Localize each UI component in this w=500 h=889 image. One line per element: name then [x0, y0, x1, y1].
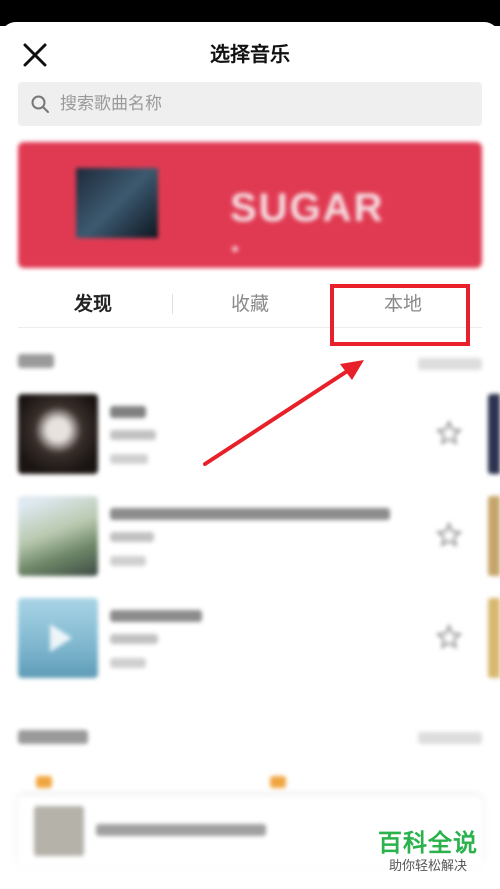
- song-duration-placeholder: [110, 454, 148, 464]
- song-title-placeholder: [110, 508, 390, 520]
- banner-title: SUGAR: [230, 186, 385, 230]
- song-artist-placeholder: [110, 430, 156, 440]
- search-icon: [31, 95, 49, 113]
- watermark-title: 百科全说: [378, 829, 478, 857]
- playlist-icon: [270, 776, 286, 788]
- song-title-placeholder: [110, 610, 202, 622]
- banner-page-indicator: [232, 246, 238, 252]
- list-item[interactable]: [18, 598, 482, 688]
- list-item[interactable]: [18, 394, 482, 484]
- watermark: 百科全说 助你轻松解决: [367, 828, 489, 884]
- next-card-peek: [488, 496, 500, 576]
- banner-artwork: [76, 168, 158, 238]
- song-duration-placeholder: [110, 658, 146, 668]
- play-icon: [50, 624, 72, 652]
- tab-discover[interactable]: 发现: [18, 282, 168, 326]
- song-title-placeholder: [110, 406, 146, 418]
- song-artist-placeholder: [110, 532, 154, 542]
- tab-local-highlight: [330, 284, 470, 346]
- player-title-placeholder: [96, 824, 266, 836]
- search-bar[interactable]: [18, 82, 482, 126]
- favorite-star-icon[interactable]: [436, 624, 462, 650]
- playlist-icon: [36, 776, 52, 788]
- section-heading-placeholder: [18, 354, 54, 368]
- tab-divider: [172, 294, 173, 314]
- favorite-star-icon[interactable]: [436, 522, 462, 548]
- next-card-peek: [488, 598, 500, 678]
- song-cover: [18, 394, 98, 474]
- tab-favorites[interactable]: 收藏: [175, 282, 325, 326]
- player-cover: [34, 806, 84, 856]
- next-card-peek: [488, 394, 500, 474]
- section-more-placeholder: [418, 732, 482, 744]
- section-heading-placeholder: [18, 730, 88, 744]
- song-cover: [18, 496, 98, 576]
- song-cover: [18, 598, 98, 678]
- list-item[interactable]: [18, 496, 482, 586]
- watermark-subtitle: 助你轻松解决: [388, 859, 467, 874]
- search-input[interactable]: [60, 82, 460, 126]
- favorite-star-icon[interactable]: [436, 420, 462, 446]
- promo-banner[interactable]: SUGAR: [18, 142, 482, 268]
- song-duration-placeholder: [110, 556, 146, 566]
- page-title: 选择音乐: [210, 42, 290, 66]
- song-artist-placeholder: [110, 634, 158, 644]
- section-more-placeholder: [418, 358, 482, 370]
